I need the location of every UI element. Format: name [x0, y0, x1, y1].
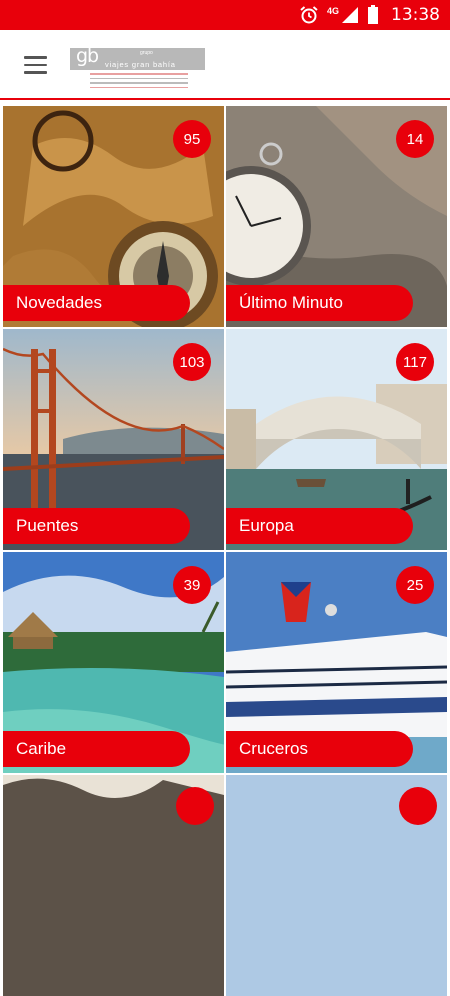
brand-logo[interactable]: gb grupo viajes gran bahía	[70, 45, 205, 96]
count-badge	[176, 787, 214, 825]
category-label: Europa	[226, 508, 413, 544]
status-time: 13:38	[391, 5, 440, 25]
category-tile-caribe[interactable]: 39 Caribe	[3, 552, 224, 773]
count-badge: 39	[173, 566, 211, 604]
category-label: Último Minuto	[226, 285, 413, 321]
count-badge	[399, 787, 437, 825]
category-tile-cruceros[interactable]: 25 Cruceros	[226, 552, 447, 773]
category-tile-europa[interactable]: 117 Europa	[226, 329, 447, 550]
category-tile-8[interactable]	[226, 775, 447, 996]
logo-grupo: grupo	[140, 50, 153, 56]
signal-icon	[342, 7, 358, 23]
category-label: Cruceros	[226, 731, 413, 767]
count-badge: 103	[173, 343, 211, 381]
app-bar: gb grupo viajes gran bahía	[0, 30, 450, 100]
category-tile-puentes[interactable]: 103 Puentes	[3, 329, 224, 550]
logo-brand: viajes gran bahía	[105, 60, 176, 69]
category-tile-7[interactable]	[3, 775, 224, 996]
battery-icon	[368, 5, 378, 24]
category-tile-novedades[interactable]: 95 Novedades	[3, 106, 224, 327]
category-label: Caribe	[3, 731, 190, 767]
count-badge: 95	[173, 120, 211, 158]
network-type-label: 4G	[326, 6, 339, 16]
category-label: Novedades	[3, 285, 190, 321]
status-bar: 4G 13:38	[0, 0, 450, 30]
menu-icon[interactable]	[16, 46, 54, 84]
count-badge: 117	[396, 343, 434, 381]
category-label: Puentes	[3, 508, 190, 544]
count-badge: 14	[396, 120, 434, 158]
alarm-icon	[300, 6, 318, 24]
category-tile-ultimo-minuto[interactable]: 14 Último Minuto	[226, 106, 447, 327]
logo-initials: gb	[76, 45, 99, 67]
count-badge: 25	[396, 566, 434, 604]
